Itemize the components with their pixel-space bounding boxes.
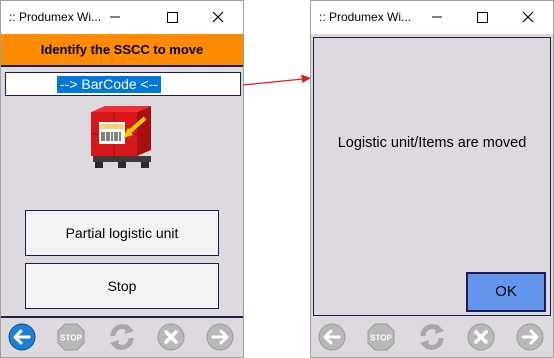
barcode-input-value: --> BarCode <-- <box>57 76 162 93</box>
bottom-nav-bar: STOP <box>1 319 243 357</box>
minimize-button[interactable] <box>101 5 129 29</box>
minimize-icon <box>110 16 120 18</box>
svg-text:STOP: STOP <box>60 334 82 343</box>
close-button[interactable] <box>204 5 232 29</box>
close-button[interactable] <box>514 5 542 29</box>
window-identify-sscc: :: Produmex Wi... Identify the SSCC to m… <box>0 0 244 358</box>
window-title: :: Produmex Wi... <box>319 10 412 24</box>
message-text: Logistic unit/Items are moved <box>337 135 527 151</box>
window-client-area: Identify the SSCC to move --> BarCode <-… <box>1 34 243 357</box>
partial-logistic-unit-button[interactable]: Partial logistic unit <box>25 210 219 256</box>
svg-text:STOP: STOP <box>370 334 392 343</box>
maximize-icon <box>167 12 178 23</box>
maximize-icon <box>477 12 488 23</box>
refresh-icon[interactable] <box>417 322 447 352</box>
stop-sign-icon[interactable]: STOP <box>56 322 86 352</box>
maximize-button[interactable] <box>468 5 496 29</box>
close-icon <box>212 11 224 23</box>
pallet-barcode-icon <box>91 106 151 168</box>
window-items-moved: :: Produmex Wi... Logistic unit/Items ar… <box>310 0 554 358</box>
minimize-button[interactable] <box>423 5 451 29</box>
title-bar[interactable]: :: Produmex Wi... <box>311 1 553 33</box>
stop-sign-icon[interactable]: STOP <box>366 322 396 352</box>
close-icon <box>522 11 534 23</box>
message-panel: Logistic unit/Items are moved OK <box>313 37 551 316</box>
refresh-icon[interactable] <box>107 322 137 352</box>
header-title: Identify the SSCC to move <box>40 42 204 57</box>
cancel-icon[interactable] <box>156 322 186 352</box>
cancel-icon[interactable] <box>466 322 496 352</box>
forward-arrow-icon[interactable] <box>515 322 545 352</box>
forward-arrow-icon[interactable] <box>205 322 235 352</box>
minimize-icon <box>432 16 442 18</box>
window-title: :: Produmex Wi... <box>9 10 102 24</box>
bottom-nav-bar: STOP <box>311 319 553 357</box>
stop-button[interactable]: Stop <box>25 263 219 309</box>
maximize-button[interactable] <box>158 5 186 29</box>
nav-divider <box>1 316 243 318</box>
back-arrow-icon[interactable] <box>7 322 37 352</box>
title-bar[interactable]: :: Produmex Wi... <box>1 1 243 33</box>
back-arrow-icon[interactable] <box>317 322 347 352</box>
ok-button[interactable]: OK <box>466 272 546 312</box>
window-client-area: Logistic unit/Items are moved OK STOP <box>311 34 553 357</box>
barcode-input[interactable]: --> BarCode <-- <box>5 72 241 96</box>
header-banner: Identify the SSCC to move <box>1 34 243 67</box>
flow-arrow <box>243 74 311 86</box>
